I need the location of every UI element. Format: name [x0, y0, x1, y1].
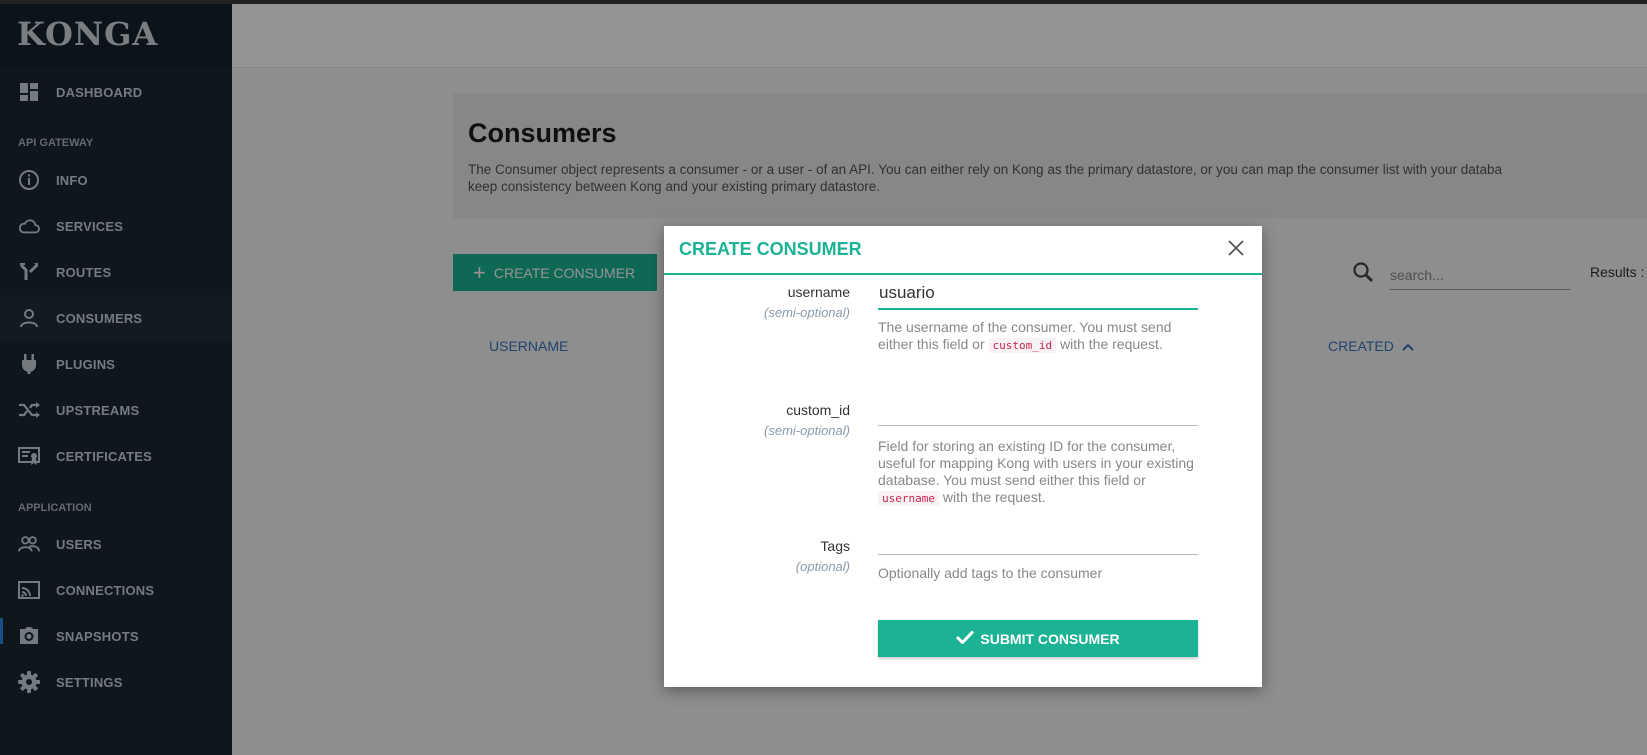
- checkmark-icon: [956, 630, 975, 647]
- tags-label: Tags: [820, 538, 850, 554]
- username-help-code: custom_id: [988, 338, 1057, 353]
- create-consumer-dialog: CREATE CONSUMER username (semi-optional)…: [664, 226, 1262, 687]
- custom-id-help-code: username: [878, 491, 939, 506]
- username-sub-label: (semi-optional): [764, 305, 850, 320]
- custom-id-sub-label: (semi-optional): [764, 423, 850, 438]
- submit-consumer-button[interactable]: SUBMIT CONSUMER: [878, 620, 1198, 657]
- username-label: username: [787, 284, 850, 300]
- modal-header: CREATE CONSUMER: [664, 226, 1262, 275]
- custom-id-help-text-end: with the request.: [938, 489, 1046, 505]
- custom-id-label: custom_id: [786, 402, 850, 418]
- modal-title: CREATE CONSUMER: [679, 239, 862, 259]
- submit-consumer-label: SUBMIT CONSUMER: [980, 630, 1120, 647]
- custom-id-field[interactable]: [878, 394, 1198, 426]
- tags-sub-label: (optional): [795, 559, 850, 574]
- custom-id-help: Field for storing an existing ID for the…: [878, 438, 1198, 507]
- tags-field[interactable]: [878, 523, 1198, 555]
- username-help-text-end: with the request.: [1056, 336, 1163, 352]
- close-icon[interactable]: [1224, 236, 1248, 260]
- username-help: The username of the consumer. You must s…: [878, 319, 1198, 354]
- username-field[interactable]: [878, 278, 1198, 310]
- custom-id-help-text: Field for storing an existing ID for the…: [878, 438, 1194, 488]
- tags-help: Optionally add tags to the consumer: [878, 565, 1103, 581]
